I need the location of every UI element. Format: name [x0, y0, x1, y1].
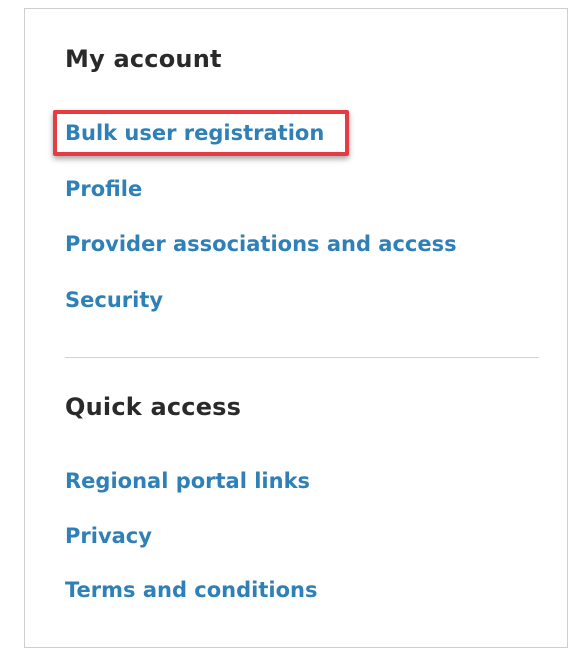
- quick-access-heading: Quick access: [65, 393, 242, 421]
- regional-portal-links-link[interactable]: Regional portal links: [65, 469, 310, 493]
- my-account-heading: My account: [65, 45, 222, 73]
- privacy-link[interactable]: Privacy: [65, 524, 152, 548]
- terms-and-conditions-link[interactable]: Terms and conditions: [65, 578, 317, 602]
- section-divider: [65, 357, 539, 358]
- profile-link[interactable]: Profile: [65, 177, 142, 201]
- security-link[interactable]: Security: [65, 288, 163, 312]
- account-sidebar-panel: My account Bulk user registration Profil…: [24, 8, 568, 648]
- provider-associations-link[interactable]: Provider associations and access: [65, 232, 457, 256]
- bulk-user-registration-link[interactable]: Bulk user registration: [65, 121, 324, 145]
